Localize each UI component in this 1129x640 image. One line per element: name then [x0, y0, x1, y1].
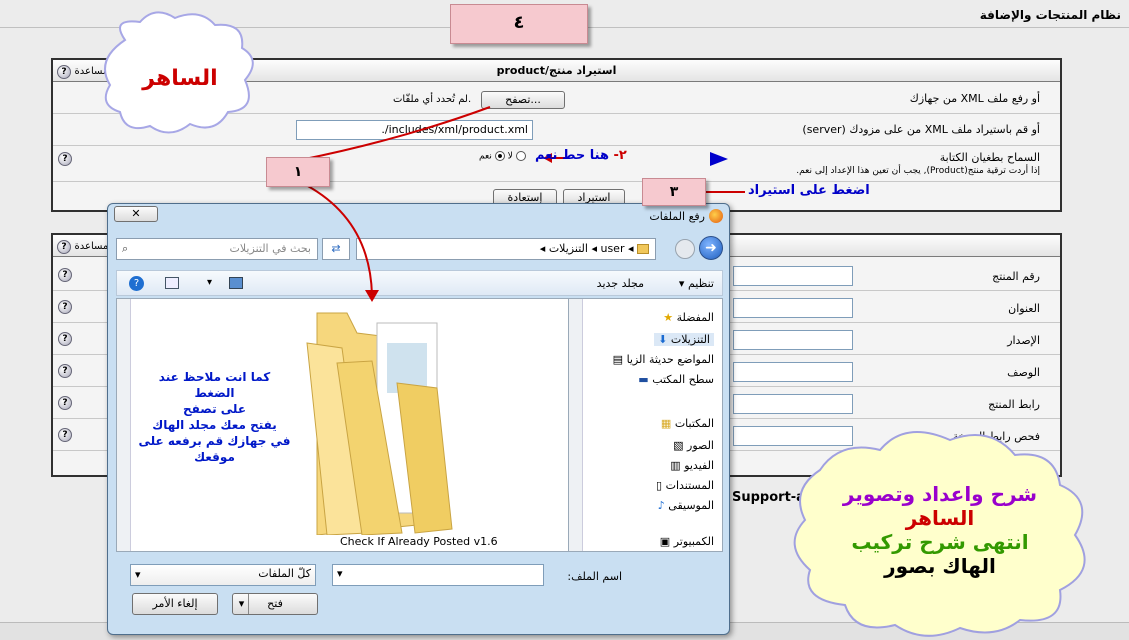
dialog-toolbar: تنظيم ▾ مجلد جديد ? ▾ — [116, 270, 723, 296]
view-menu-icon[interactable]: ▾ — [207, 277, 212, 288]
nav-favorites[interactable]: المفضلة ★ — [663, 311, 714, 324]
libraries-icon: ▦ — [660, 417, 672, 430]
server-label: أو قم باستيراد ملف XML من على مزودك (ser… — [802, 123, 1040, 136]
folder-image — [306, 312, 453, 535]
chevron-down-icon: ▾ — [135, 568, 141, 581]
page-title: نظام المنتجات والإضافة — [979, 8, 1121, 22]
help-icon[interactable]: ? — [58, 300, 72, 314]
star-icon: ★ — [663, 311, 674, 324]
refresh-icon: ⇄ — [331, 242, 341, 255]
version-input[interactable] — [733, 330, 853, 350]
search-box[interactable]: بحث في التنزيلات ⌕ — [116, 238, 318, 260]
close-icon: ✕ — [131, 207, 141, 220]
help-icon[interactable]: ? — [58, 396, 72, 410]
nav-item-downloads[interactable]: التنزيلات ⬇ — [654, 333, 714, 346]
footer-text: Support-ar.c — [732, 490, 823, 505]
refresh-button[interactable]: ⇄ — [322, 238, 350, 260]
overwrite-radio-group: لا نعم — [479, 151, 526, 162]
nav-item-music[interactable]: الموسيقى ♪ — [658, 499, 714, 512]
step-note-4: ٤ — [450, 4, 588, 44]
computer-icon: ▣ — [659, 535, 671, 548]
music-icon: ♪ — [657, 499, 665, 512]
product-url-input[interactable] — [733, 394, 853, 414]
arrow-right-icon: ➜ — [705, 240, 717, 256]
help-icon[interactable]: ? — [58, 152, 72, 166]
help-link[interactable]: ? مساعدة — [57, 239, 108, 254]
filename-label: اسم الملف: — [567, 570, 622, 583]
help-icon: ? — [57, 65, 71, 79]
help-icon[interactable]: ? — [58, 364, 72, 378]
documents-icon: ▯ — [656, 479, 663, 492]
step-2-note: ٢- هنا حط نعم — [535, 148, 627, 163]
nav-item-videos[interactable]: الفيديو ▥ — [670, 459, 714, 472]
filetype-select[interactable]: كلّ الملفات ▾ — [130, 564, 316, 586]
server-row: أو قم باستيراد ملف XML من على مزودك (ser… — [53, 114, 1060, 146]
help-icon[interactable]: ? — [58, 428, 72, 442]
overwrite-label: السماح بطغيان الكتابة — [939, 151, 1040, 164]
browse-button[interactable]: تصفح... — [481, 91, 565, 109]
organize-menu[interactable]: تنظيم ▾ — [679, 277, 714, 290]
search-icon: ⌕ — [122, 242, 129, 255]
upload-label: أو رفع ملف XML من جهازك — [909, 92, 1040, 105]
step-note-1: ١ — [266, 157, 330, 187]
file-item-label[interactable]: Check If Already Posted v1.6 — [340, 535, 498, 548]
overwrite-hint: إذا أردت ترقية منتج(Product), يجب أن تعي… — [796, 166, 1040, 176]
video-icon: ▥ — [670, 459, 681, 472]
new-folder-button[interactable]: مجلد جديد — [597, 277, 644, 290]
description-input[interactable] — [733, 362, 853, 382]
nav-scrollbar[interactable] — [569, 299, 583, 551]
cloud-bottom-text: شرح واعداد وتصوير الساهر انتهى شرح تركيب… — [842, 482, 1038, 578]
server-path-input[interactable]: includes/xml/product.xml/. — [296, 120, 533, 140]
pictures-icon: ▧ — [673, 439, 684, 452]
folder-explanation: كما انت ملاحظ عند الضغط على تصفح يفتح مع… — [138, 370, 291, 464]
radio-yes[interactable] — [515, 151, 526, 161]
nav-item-documents[interactable]: المستندات ▯ — [656, 479, 714, 492]
forward-button[interactable] — [675, 239, 695, 259]
open-button[interactable]: ▾ فتح — [232, 593, 318, 615]
nav-item-pictures[interactable]: الصور ▧ — [673, 439, 714, 452]
cancel-button[interactable]: إلغاء الأمر — [132, 593, 218, 615]
recent-icon: ▤ — [612, 353, 624, 366]
filename-input[interactable]: ▾ — [332, 564, 544, 586]
help-icon: ? — [57, 240, 71, 254]
preview-pane-icon[interactable] — [165, 277, 179, 289]
chevron-down-icon: ▾ — [235, 594, 249, 614]
downloads-icon: ⬇ — [658, 333, 668, 346]
dialog-title: رفع الملفات — [649, 210, 705, 223]
breadcrumb[interactable]: ◂ user ◂ التنزيلات ◂ — [356, 238, 656, 260]
firefox-icon — [709, 209, 723, 223]
nav-item-recent[interactable]: المواضع حديثة الزيا ▤ — [613, 353, 714, 366]
radio-no[interactable] — [494, 151, 505, 161]
help-link[interactable]: ? مساعدة — [57, 64, 108, 79]
nav-libraries[interactable]: المكتبات ▦ — [661, 417, 714, 430]
help-icon[interactable]: ? — [129, 276, 144, 291]
change-view-icon[interactable] — [229, 277, 243, 289]
product-id-input[interactable] — [733, 266, 853, 286]
step-note-3: ٣ — [642, 178, 706, 206]
nav-computer[interactable]: الكمبيوتر ▣ — [660, 535, 714, 548]
file-upload-dialog: رفع الملفات ✕ ➜ ◂ user ◂ التنزيلات ◂ ⇄ ب… — [107, 203, 730, 635]
vertical-scrollbar[interactable] — [117, 299, 131, 551]
step-3-note: اضغط على استيراد — [748, 183, 870, 198]
desktop-icon: ▬ — [638, 373, 649, 386]
help-icon[interactable]: ? — [58, 268, 72, 282]
dialog-close-button[interactable]: ✕ — [114, 206, 158, 222]
version-check-url-input[interactable] — [733, 426, 853, 446]
help-icon[interactable]: ? — [58, 332, 72, 346]
file-list-area: Check If Already Posted v1.6 كما انت ملا… — [116, 298, 576, 552]
navigation-pane: المفضلة ★ التنزيلات ⬇ المواضع حديثة الزي… — [568, 298, 723, 552]
no-file-text: .لم تُحدد أي ملفّات — [393, 94, 472, 105]
cloud-top-text: الساهر — [142, 66, 218, 91]
folder-icon — [637, 244, 649, 254]
title-input[interactable] — [733, 298, 853, 318]
nav-item-desktop[interactable]: سطح المكتب ▬ — [638, 373, 714, 386]
back-button[interactable]: ➜ — [699, 236, 723, 260]
